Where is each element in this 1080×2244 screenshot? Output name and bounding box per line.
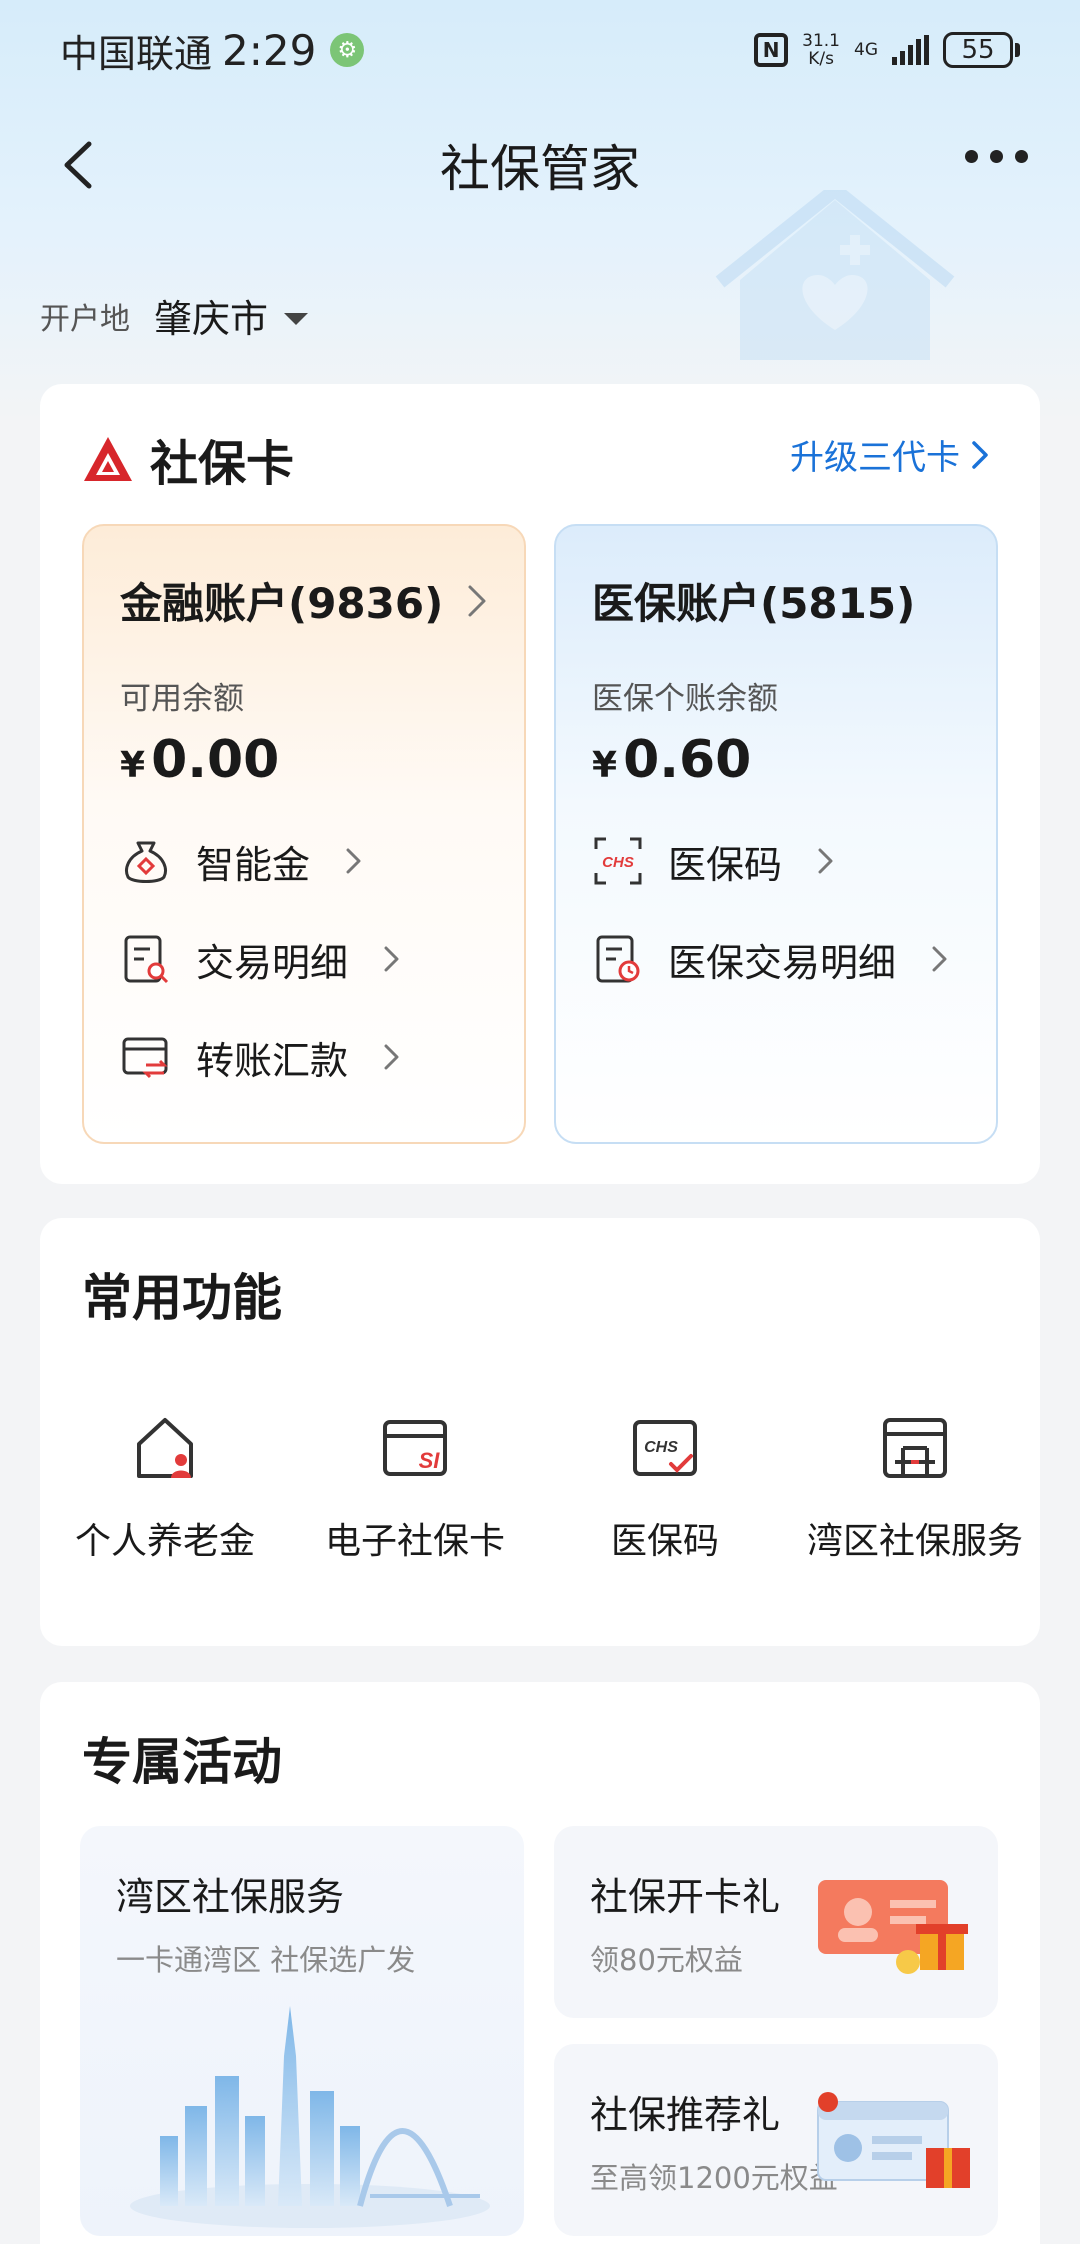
promo-title: 湾区社保服务 [116, 1875, 345, 1919]
smart-fund-item[interactable]: 智能金 [120, 812, 488, 910]
location-city: 肇庆市 [154, 297, 269, 341]
nav-bar: 社保管家 [0, 110, 1080, 220]
battery-level: 55 [943, 32, 1013, 68]
svg-text:SI: SI [419, 1448, 441, 1473]
network-type: 4G [854, 40, 878, 60]
chevron-right-icon [468, 585, 486, 616]
activities-title: 专属活动 [82, 1733, 282, 1791]
promo-subtitle: 一卡通湾区 社保选广发 [116, 1943, 416, 1977]
battery-icon: 55 [943, 32, 1020, 68]
medical-transaction-icon [596, 935, 640, 983]
promo-bay-area[interactable]: 湾区社保服务 一卡通湾区 社保选广发 [80, 1826, 524, 2236]
transaction-detail-label: 交易明细 [196, 940, 349, 985]
location-label: 开户地 [40, 301, 130, 337]
activities-panel: 专属活动 湾区社保服务 一卡通湾区 社保选广发 社保开卡礼 领80元权益 社保推… [40, 1682, 1040, 2244]
medical-account-title: 医保账户(5815) [592, 579, 916, 628]
svg-text:CHS: CHS [602, 854, 634, 871]
medical-account-card[interactable]: 医保账户(5815) 医保个账余额 ¥0.60 CHS 医保码 医保交易明细 [554, 524, 998, 1144]
location-selector[interactable]: 开户地 肇庆市 [40, 288, 309, 343]
common-functions-panel: 常用功能 个人养老金 SI 电子社保卡 CHS 医保码 湾区社保服务 [40, 1218, 1040, 1646]
chevron-right-icon [384, 1044, 399, 1070]
function-label: 湾区社保服务 [806, 1521, 1023, 1562]
speed-value: 31.1 [802, 31, 840, 51]
available-balance-amount: ¥0.00 [120, 730, 488, 790]
chs-check-icon: CHS [633, 1420, 697, 1476]
social-card-panel: 社保卡 升级三代卡 金融账户(9836) 可用余额 ¥0.00 智能金 交易明细… [40, 384, 1040, 1184]
currency-symbol: ¥ [592, 745, 618, 786]
card-gift-image [818, 1880, 968, 1974]
chevron-right-icon [972, 440, 988, 469]
upgrade-card-label: 升级三代卡 [790, 438, 960, 478]
function-bay-area-service[interactable]: 湾区社保服务 [790, 1408, 1040, 1564]
status-bar: 中国联通 2:29 ⚙ N 31.1 K/s 4G 55 [0, 0, 1080, 100]
currency-symbol: ¥ [120, 745, 146, 786]
bridge-window-icon [883, 1418, 947, 1478]
gear-icon: ⚙ [330, 33, 365, 67]
upgrade-card-link[interactable]: 升级三代卡 [790, 430, 992, 479]
back-arrow-icon[interactable] [55, 140, 105, 190]
transfer-icon [122, 1037, 168, 1079]
chs-scan-icon: CHS [594, 837, 642, 885]
function-label: 医保码 [610, 1521, 719, 1562]
money-bag-icon [125, 841, 167, 883]
medical-code-item[interactable]: CHS 医保码 [592, 812, 960, 910]
function-label: 个人养老金 [74, 1521, 255, 1562]
medical-code-label: 医保码 [668, 842, 783, 887]
transfer-label: 转账汇款 [196, 1038, 349, 1083]
page-title: 社保管家 [440, 140, 640, 198]
medical-balance-label: 医保个账余额 [592, 681, 778, 717]
smart-fund-label: 智能金 [196, 842, 311, 887]
promo-open-card-gift[interactable]: 社保开卡礼 领80元权益 [554, 1826, 998, 2018]
carrier-name: 中国联通 [60, 31, 213, 76]
function-e-social-card[interactable]: SI 电子社保卡 [290, 1408, 540, 1564]
transaction-detail-icon [124, 935, 169, 984]
chevron-right-icon [932, 946, 947, 972]
referral-card-image [817, 2092, 970, 2188]
function-personal-pension[interactable]: 个人养老金 [40, 1408, 290, 1564]
promo-referral-gift[interactable]: 社保推荐礼 至高领1200元权益 [554, 2044, 998, 2236]
nfc-icon: N [754, 33, 789, 67]
speed-unit: K/s [808, 49, 834, 69]
common-functions-title: 常用功能 [82, 1269, 282, 1327]
function-medical-code[interactable]: CHS 医保码 [540, 1408, 790, 1564]
si-card-icon: SI [383, 1420, 447, 1476]
medical-balance-amount: ¥0.60 [592, 730, 960, 790]
chevron-right-icon [346, 848, 361, 874]
svg-text:CHS: CHS [644, 1439, 678, 1456]
city-skyline-image [130, 2006, 490, 2228]
medical-transaction-label: 医保交易明细 [668, 940, 897, 985]
status-time: 2:29 [222, 25, 317, 75]
signal-icon [892, 35, 929, 65]
balance-value: 0.00 [151, 730, 280, 790]
medical-transaction-item[interactable]: 医保交易明细 [592, 910, 960, 1008]
function-label: 电子社保卡 [324, 1521, 505, 1562]
network-speed: 31.1 K/s [802, 32, 840, 68]
chevron-right-icon [384, 946, 399, 972]
chevron-right-icon [818, 848, 833, 874]
transfer-item[interactable]: 转账汇款 [120, 1008, 488, 1106]
caret-down-icon [284, 312, 309, 325]
more-options-icon[interactable] [965, 150, 1028, 163]
pension-house-icon [137, 1418, 193, 1478]
balance-value: 0.60 [623, 730, 752, 790]
bank-logo-icon [84, 437, 132, 481]
financial-account-title: 金融账户(9836) [120, 579, 444, 628]
available-balance-label: 可用余额 [120, 681, 244, 717]
transaction-detail-item[interactable]: 交易明细 [120, 910, 488, 1008]
financial-account-card[interactable]: 金融账户(9836) 可用余额 ¥0.00 智能金 交易明细 转账汇款 [82, 524, 526, 1144]
social-card-title: 社保卡 [150, 436, 295, 492]
